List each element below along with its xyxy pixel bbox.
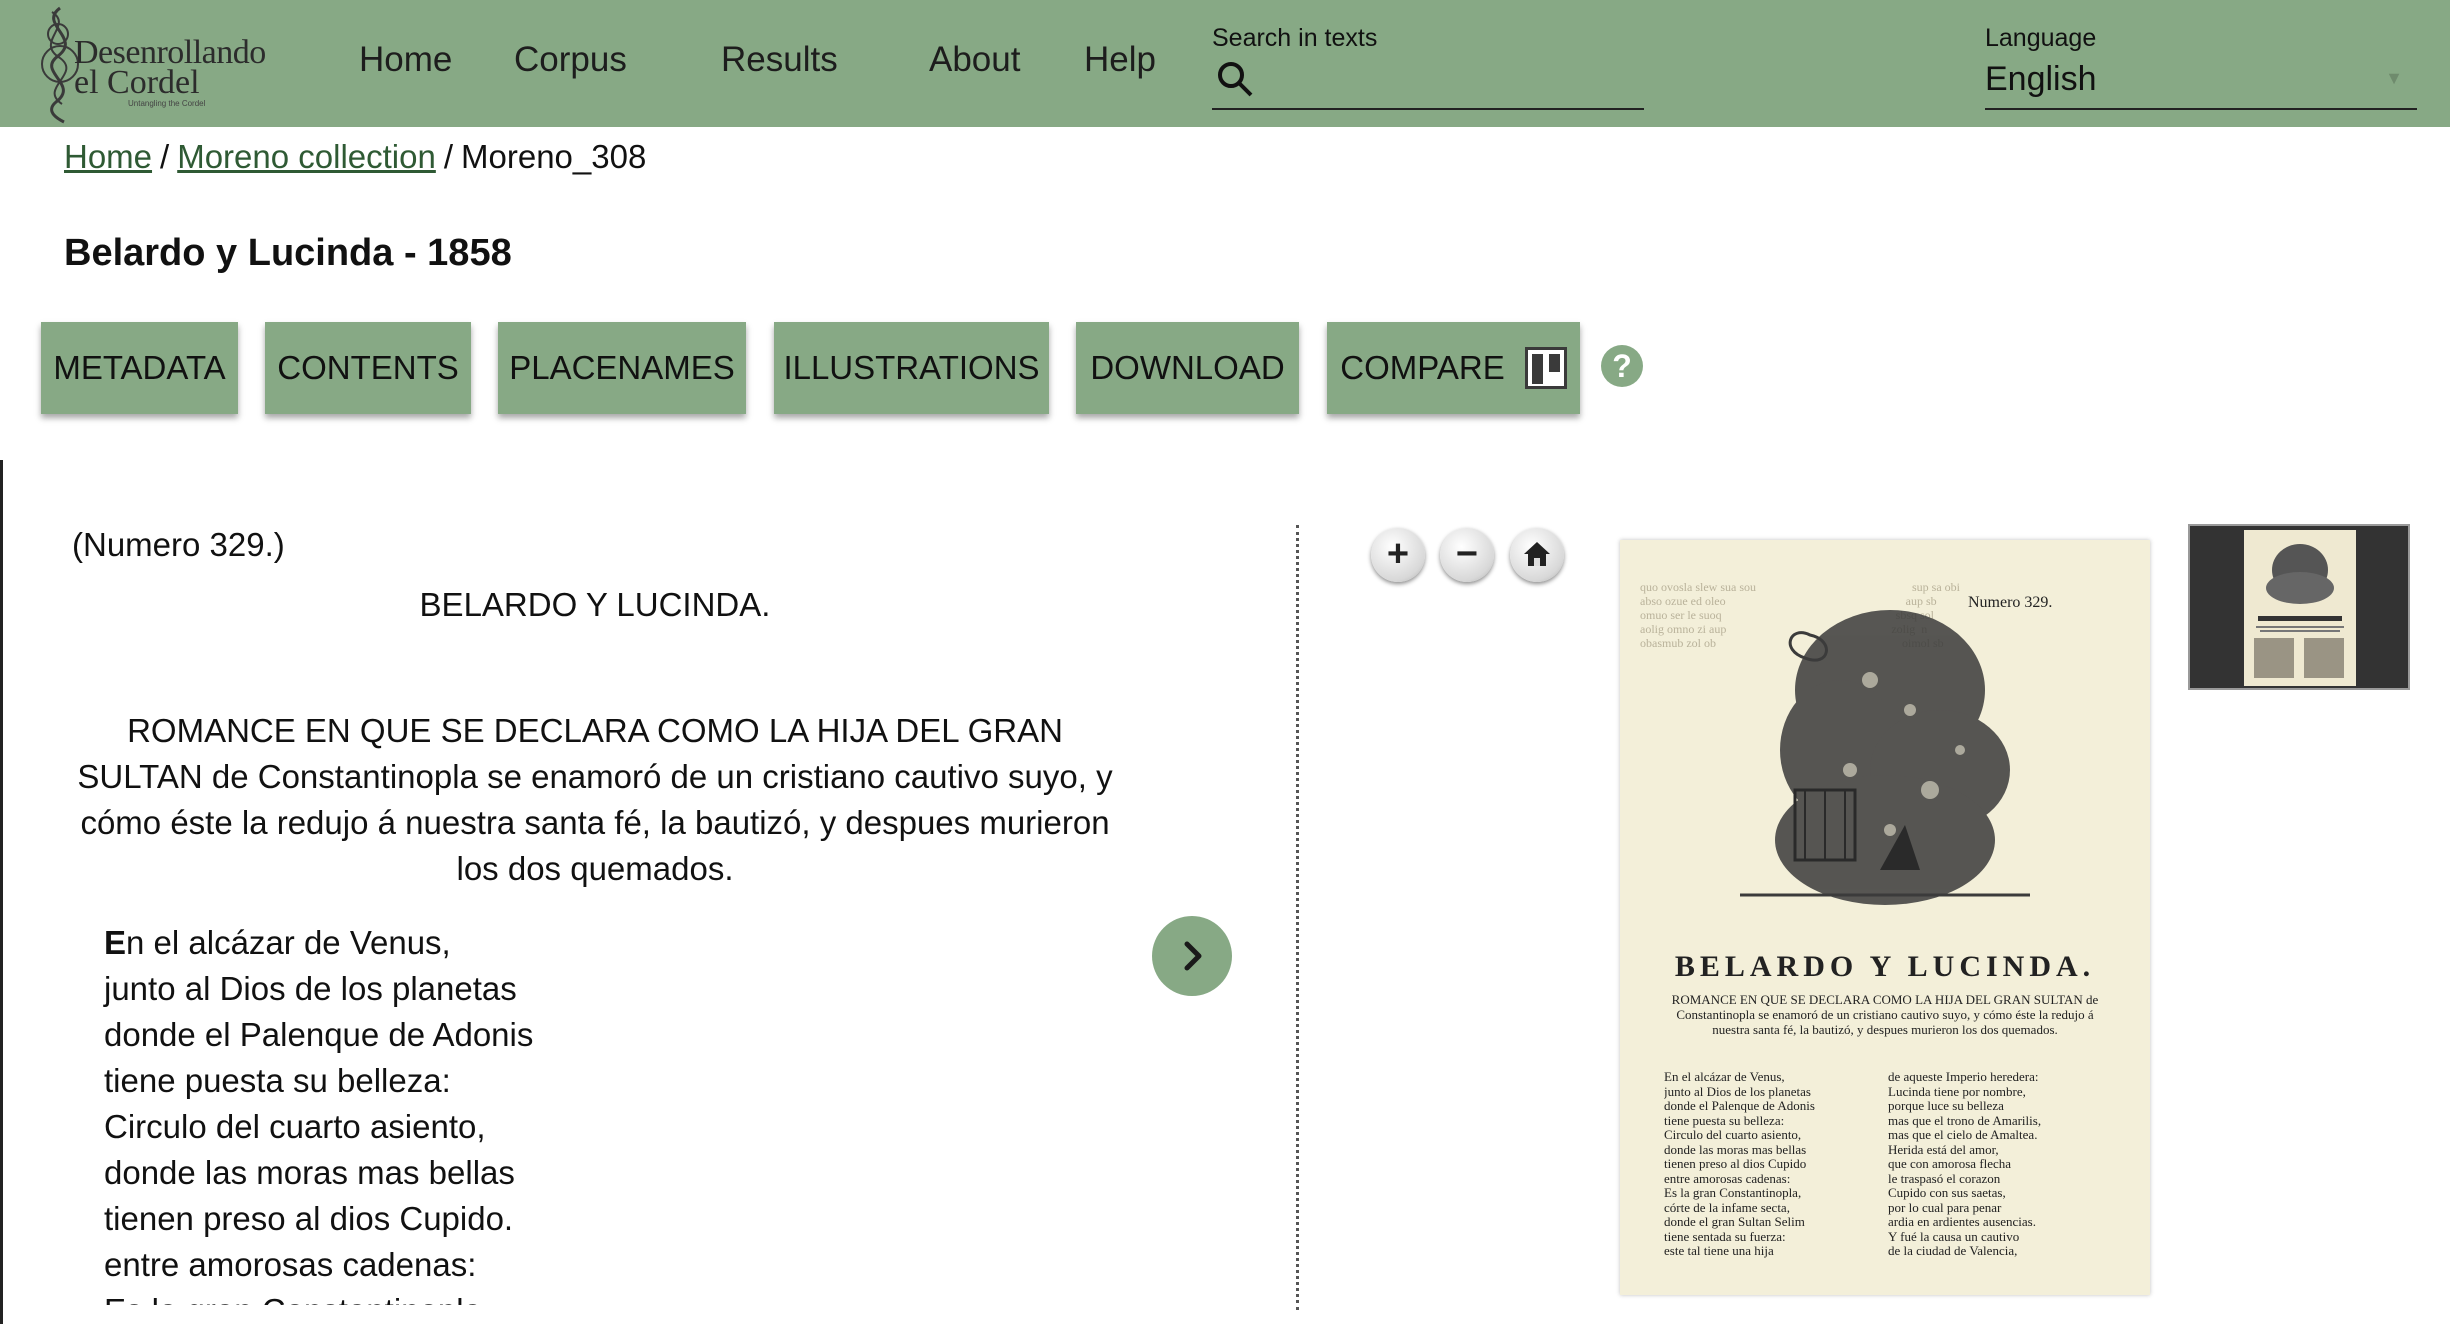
- next-page-button[interactable]: [1152, 916, 1232, 996]
- scan-line: Lucinda tiene por nombre,: [1888, 1084, 2026, 1099]
- tab-contents[interactable]: CONTENTS: [265, 322, 471, 414]
- help-icon[interactable]: ?: [1601, 345, 1643, 387]
- scan-line: tiene sentada su fuerza:: [1664, 1229, 1786, 1244]
- scan-line: porque luce su belleza: [1888, 1099, 2004, 1113]
- scan-line: de la ciudad de Valencia,: [1888, 1244, 2018, 1258]
- drop-cap: E: [104, 924, 127, 961]
- verse-line: entre amorosas cadenas:: [104, 1246, 477, 1283]
- scan-line: córte de la infame secta,: [1664, 1200, 1790, 1215]
- compare-icon: [1524, 347, 1567, 389]
- pane-divider: [1296, 525, 1299, 1310]
- breadcrumb-collection[interactable]: Moreno collection: [177, 138, 436, 175]
- tab-illustrations[interactable]: ILLUSTRATIONS: [774, 322, 1049, 414]
- scan-line: donde las moras mas bellas: [1664, 1142, 1807, 1157]
- zoom-out-button[interactable]: −: [1440, 528, 1494, 582]
- scan-title: BELARDO Y LUCINDA.: [1674, 950, 2096, 983]
- verse-line: junto al Dios de los planetas: [104, 970, 517, 1007]
- scan-line: de aqueste Imperio heredera:: [1888, 1070, 2039, 1084]
- chevron-down-icon: ▼: [2385, 68, 2403, 88]
- content-left-border: [0, 460, 3, 1324]
- scan-line: donde el Palenque de Adonis: [1664, 1099, 1815, 1113]
- page-title: Belardo y Lucinda - 1858: [64, 232, 512, 274]
- home-icon: [1524, 542, 1550, 566]
- nav-help[interactable]: Help: [1084, 40, 1156, 80]
- tab-compare[interactable]: COMPARE: [1327, 322, 1580, 414]
- poem-subtitle: ROMANCE EN QUE SE DECLARA COMO LA HIJA D…: [77, 712, 1113, 887]
- scan-line: Circulo del cuarto asiento,: [1664, 1128, 1802, 1142]
- language-value: English: [1985, 60, 2097, 98]
- tab-placenames[interactable]: PLACENAMES: [498, 322, 746, 414]
- scan-line: Cupido con sus saetas,: [1888, 1186, 2006, 1200]
- minus-icon: −: [1455, 533, 1479, 575]
- scan-line: donde el gran Sultan Selim: [1664, 1215, 1805, 1229]
- thumbnail-preview: [2254, 544, 2344, 678]
- scan-line: Y fué la causa un cautivo: [1888, 1229, 2020, 1244]
- plus-icon: +: [1386, 533, 1410, 575]
- chevron-right-icon: [1184, 941, 1202, 971]
- scan-line: junto al Dios de los planetas: [1664, 1084, 1811, 1099]
- tab-label: COMPARE: [1340, 349, 1505, 386]
- language-label: Language: [1985, 24, 2097, 52]
- scan-line: ardia en ardientes ausencias.: [1888, 1215, 2036, 1229]
- text-numero: (Numero 329.): [72, 526, 285, 563]
- woodcut-illustration: [1740, 610, 2030, 905]
- home-view-button[interactable]: [1510, 528, 1564, 582]
- scan-line: por lo cual para penar: [1888, 1200, 2002, 1215]
- breadcrumb-current: Moreno_308: [461, 138, 647, 175]
- search-icon[interactable]: [1216, 60, 1254, 103]
- tab-label: ILLUSTRATIONS: [783, 349, 1040, 386]
- verse-line: En el alcázar de Venus,: [104, 920, 533, 966]
- scan-line: Herida está del amor,: [1888, 1142, 1999, 1157]
- scan-line: En el alcázar de Venus,: [1664, 1070, 1785, 1084]
- page-thumbnail[interactable]: [2188, 524, 2410, 690]
- nav-results[interactable]: Results: [721, 40, 838, 80]
- scan-line: mas que el cielo de Amaltea.: [1888, 1128, 2038, 1142]
- logo-tagline: Untangling the Cordel: [128, 99, 206, 108]
- site-logo[interactable]: Desenrollando el Cordel Untangling the C…: [30, 4, 290, 124]
- breadcrumb-separator: /: [160, 138, 170, 175]
- verse-line: donde las moras mas bellas: [104, 1154, 515, 1191]
- verse-line: Es la gran Constantinopla: [104, 1288, 533, 1305]
- breadcrumb-separator: /: [443, 138, 454, 175]
- scan-line: Es la gran Constantinopla,: [1664, 1186, 1802, 1200]
- top-navigation-bar: Desenrollando el Cordel Untangling the C…: [0, 0, 2450, 127]
- scan-line: le traspasó el corazon: [1888, 1171, 2001, 1186]
- logo-title-line2: el Cordel: [74, 64, 200, 101]
- scan-line: mas que el trono de Amarilis,: [1888, 1113, 2042, 1128]
- thumbnail-page: [2244, 530, 2356, 686]
- poem-verses: En el alcázar de Venus, junto al Dios de…: [104, 920, 533, 1305]
- verse-line: Circulo del cuarto asiento,: [104, 1108, 486, 1145]
- verse-line: tiene puesta su belleza:: [104, 1062, 451, 1099]
- zoom-in-button[interactable]: +: [1371, 528, 1425, 582]
- scan-line: tienen preso al dios Cupido: [1664, 1157, 1807, 1171]
- breadcrumb-home[interactable]: Home: [64, 138, 152, 175]
- tab-label: PLACENAMES: [509, 349, 735, 386]
- nav-about[interactable]: About: [929, 40, 1020, 80]
- scan-line: que con amorosa flecha: [1888, 1157, 2012, 1171]
- scan-subtitle: ROMANCE EN QUE SE DECLARA COMO LA HIJA D…: [1671, 992, 2099, 1037]
- tab-label: METADATA: [53, 349, 226, 386]
- tab-download[interactable]: DOWNLOAD: [1076, 322, 1299, 414]
- scan-column-right: de aqueste Imperio heredera: Lucinda tie…: [1888, 1070, 2098, 1259]
- poem-title: BELARDO Y LUCINDA.: [419, 586, 771, 623]
- transcription-pane: (Numero 329.) BELARDO Y LUCINDA. ROMANCE…: [70, 520, 1190, 1305]
- page-scan-image[interactable]: quo ovosla slew sua sou sup sa obi abso …: [1620, 540, 2150, 1295]
- scan-line: tiene puesta su belleza:: [1664, 1113, 1785, 1128]
- scan-line: entre amorosas cadenas:: [1664, 1171, 1791, 1186]
- verse-first-text: n el alcázar de Venus,: [126, 924, 451, 961]
- verse-line: donde el Palenque de Adonis: [104, 1016, 534, 1053]
- nav-corpus[interactable]: Corpus: [514, 40, 627, 80]
- search-field[interactable]: Search in texts: [1212, 20, 1644, 110]
- breadcrumb: Home / Moreno collection / Moreno_308: [64, 138, 646, 176]
- nav-home[interactable]: Home: [359, 40, 452, 80]
- scan-line: este tal tiene una hija: [1664, 1244, 1774, 1258]
- scan-column-left: En el alcázar de Venus, junto al Dios de…: [1664, 1070, 1874, 1259]
- verse-line: tienen preso al dios Cupido.: [104, 1200, 514, 1237]
- tab-label: DOWNLOAD: [1090, 349, 1285, 386]
- tab-label: CONTENTS: [277, 349, 459, 386]
- tab-metadata[interactable]: METADATA: [41, 322, 238, 414]
- search-label: Search in texts: [1212, 24, 1378, 52]
- language-select[interactable]: Language English ▼: [1985, 20, 2417, 110]
